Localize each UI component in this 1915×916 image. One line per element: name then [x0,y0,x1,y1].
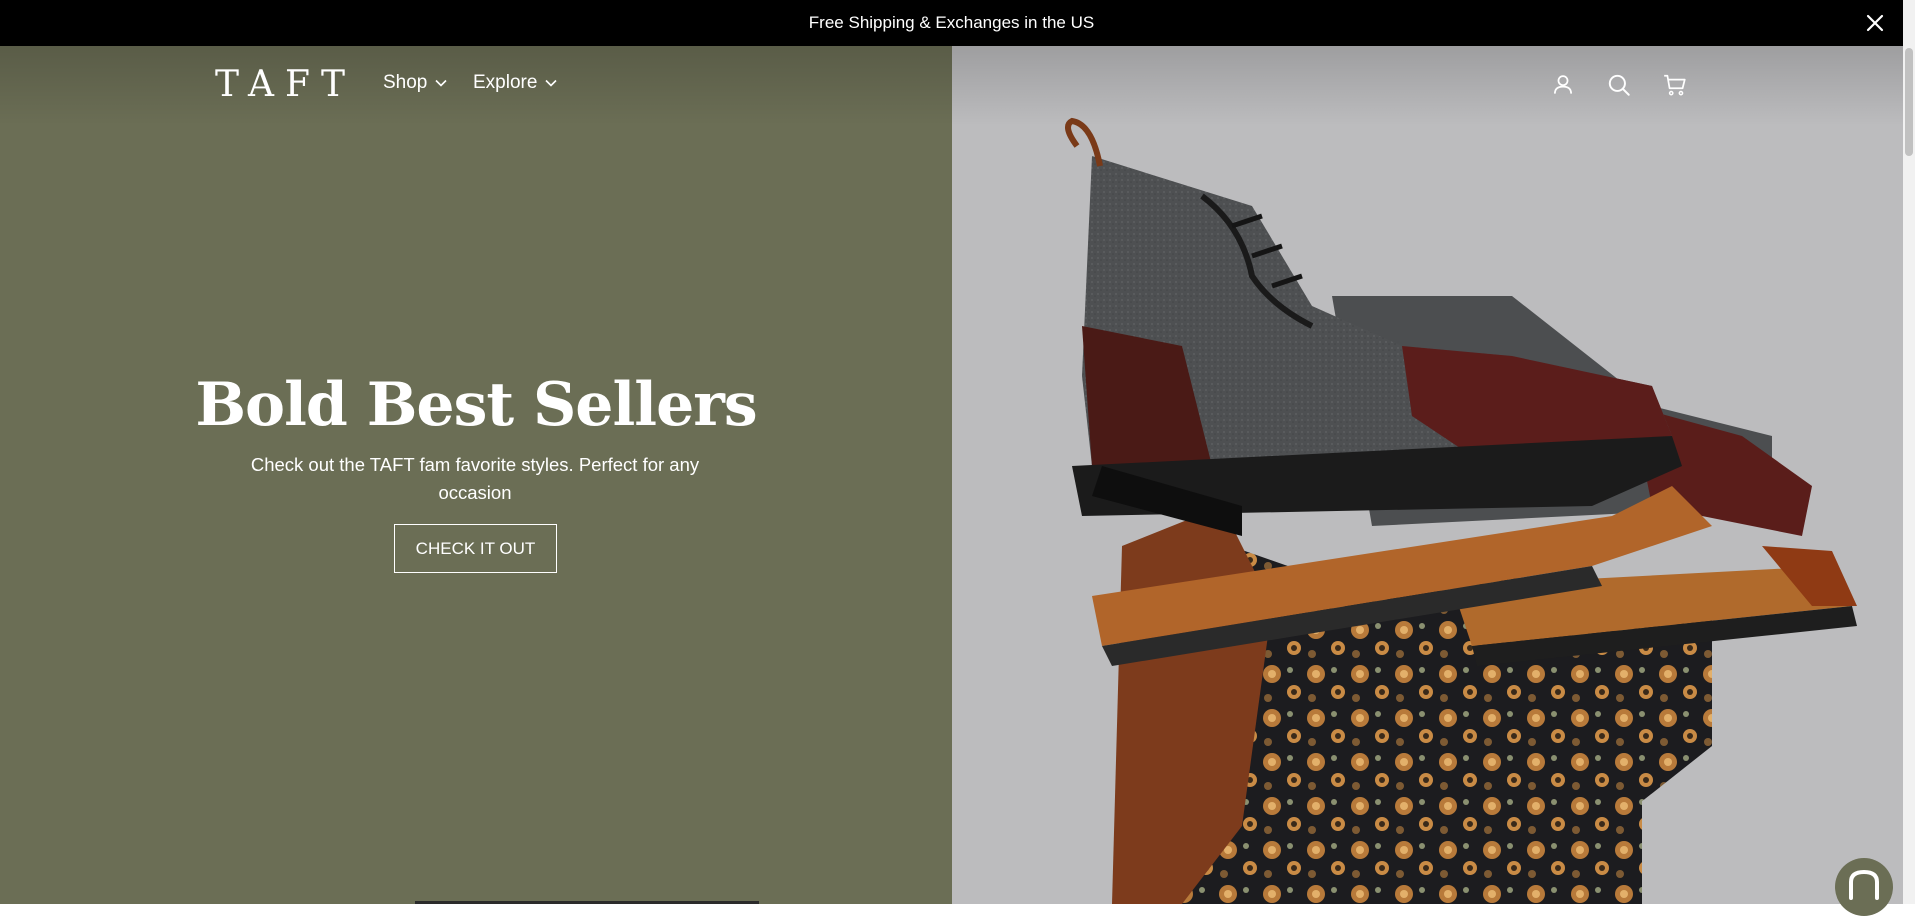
check-it-out-button[interactable]: CHECK IT OUT [394,524,557,573]
chevron-down-icon [435,79,447,87]
nav-shop-label: Shop [383,72,428,93]
chevron-down-icon [545,79,557,87]
cart-icon[interactable] [1662,72,1688,98]
account-icon[interactable] [1550,72,1576,98]
announcement-bar: Free Shipping & Exchanges in the US [0,0,1903,46]
announcement-text: Free Shipping & Exchanges in the US [808,13,1095,32]
search-icon[interactable] [1606,72,1632,98]
chat-launcher[interactable] [1835,858,1893,916]
taft-logo[interactable]: TAFT [215,63,356,107]
hero-subtitle: Check out the TAFT fam favorite styles. … [250,454,700,503]
scrollbar[interactable] [1903,0,1915,904]
nav-shop[interactable]: Shop [383,72,448,94]
hero-title: Bold Best Sellers [195,370,757,440]
chat-icon [1849,869,1879,900]
nav-explore-label: Explore [473,72,538,93]
close-icon[interactable] [1863,11,1887,35]
nav-explore[interactable]: Explore [473,72,558,94]
hero-image [952,46,1903,904]
shoes-illustration [1065,117,1857,904]
scrollbar-thumb[interactable] [1905,48,1913,156]
